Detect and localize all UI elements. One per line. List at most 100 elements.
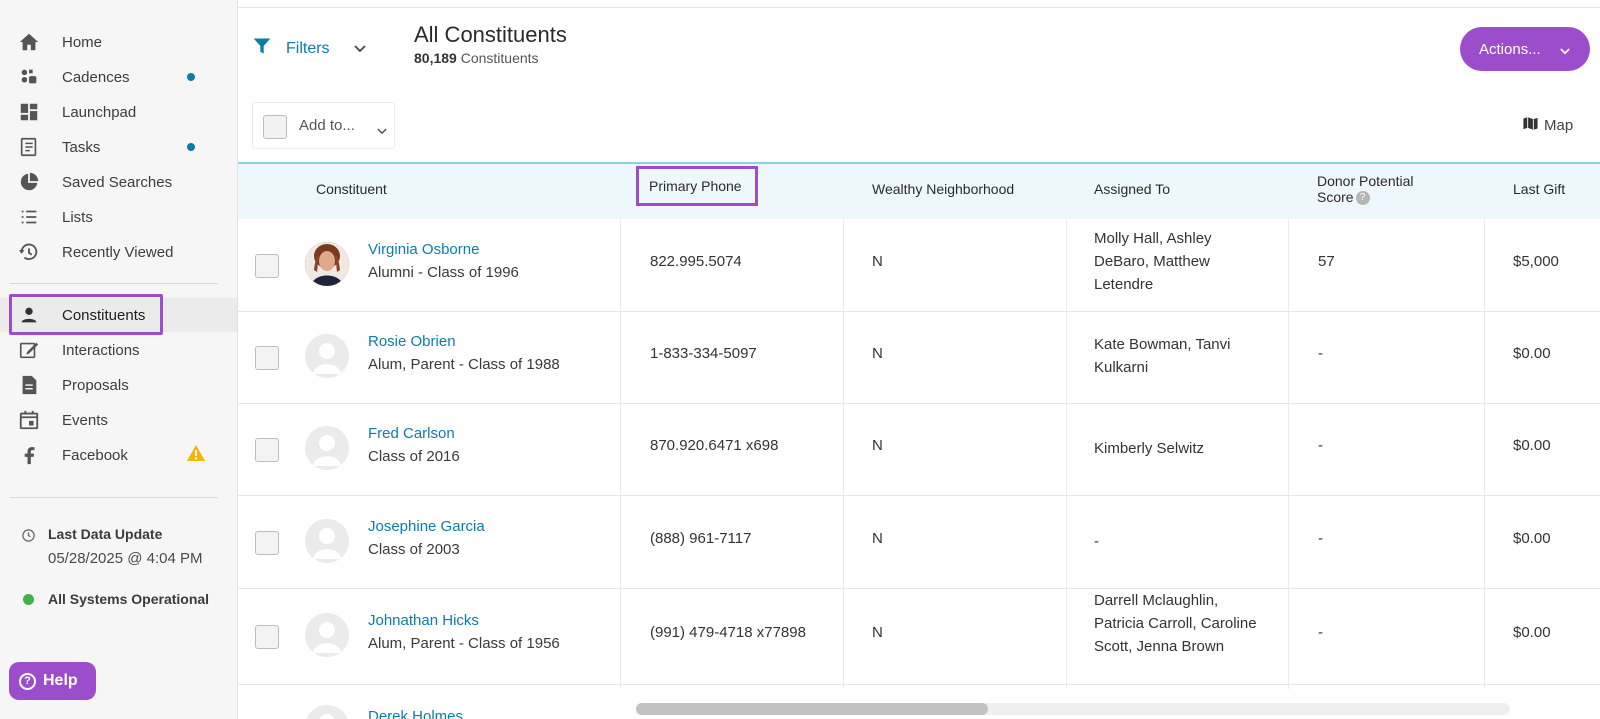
- constituent-subtitle: Alumni - Class of 1996: [368, 264, 519, 281]
- last-update-value: 05/28/2025 @ 4:04 PM: [48, 550, 203, 567]
- constituent-name-link[interactable]: Derek Holmes: [368, 708, 463, 719]
- sidebar-item-label: Facebook: [62, 446, 128, 464]
- primary-phone: (991) 479-4718 x77898: [650, 624, 806, 641]
- constituent-subtitle: Alum, Parent - Class of 1956: [368, 635, 560, 652]
- column-header-last-gift[interactable]: Last Gift: [1513, 181, 1565, 197]
- help-icon[interactable]: ?: [1355, 191, 1370, 206]
- map-icon: [1522, 115, 1539, 136]
- sidebar-item-label: Recently Viewed: [62, 243, 174, 261]
- select-all-checkbox[interactable]: [263, 115, 287, 139]
- donor-header-line2: Score: [1317, 189, 1354, 205]
- person-icon: [18, 304, 40, 326]
- filters-toggle[interactable]: Filters: [252, 36, 366, 61]
- cadences-icon: [18, 66, 40, 88]
- primary-phone: 870.920.6471 x698: [650, 437, 779, 454]
- row-checkbox[interactable]: [255, 254, 279, 278]
- history-icon: [18, 241, 40, 263]
- actions-label: Actions...: [1479, 40, 1541, 58]
- wealthy-neighborhood: N: [872, 345, 883, 362]
- primary-phone: 1-833-334-5097: [650, 345, 757, 362]
- row-checkbox[interactable]: [255, 625, 279, 649]
- table-row[interactable]: Fred Carlson Class of 2016 870.920.6471 …: [238, 404, 1600, 496]
- column-divider: [1066, 219, 1067, 689]
- sidebar-item-constituents[interactable]: Constituents: [0, 294, 237, 335]
- home-icon: [18, 31, 40, 53]
- sidebar-item-events[interactable]: Events: [0, 403, 237, 437]
- assigned-to: Kimberly Selwitz: [1094, 440, 1205, 457]
- constituent-name-link[interactable]: Fred Carlson: [368, 425, 455, 442]
- wealthy-neighborhood: N: [872, 530, 883, 547]
- avatar[interactable]: [305, 519, 349, 563]
- avatar[interactable]: [305, 613, 349, 657]
- add-to-dropdown[interactable]: Add to...: [252, 102, 395, 149]
- table-row[interactable]: Josephine Garcia Class of 2003 (888) 961…: [238, 496, 1600, 589]
- launchpad-icon: [18, 101, 40, 123]
- assigned-to: Molly Hall, Ashley DeBaro, Matthew Leten…: [1094, 230, 1212, 293]
- row-checkbox[interactable]: [255, 531, 279, 555]
- sidebar-item-recently-viewed[interactable]: Recently Viewed: [0, 235, 237, 269]
- column-divider: [1484, 219, 1485, 689]
- column-header-donor-potential-score[interactable]: Donor Potential Score?: [1317, 173, 1414, 206]
- map-button[interactable]: Map: [1522, 115, 1573, 136]
- assigned-to: Kate Bowman, Tanvi Kulkarni: [1094, 336, 1231, 376]
- actions-button[interactable]: Actions...: [1460, 27, 1590, 71]
- facebook-icon: [18, 444, 40, 466]
- sidebar-item-label: Events: [62, 411, 108, 429]
- page-title: All Constituents: [414, 22, 567, 47]
- wealthy-neighborhood: N: [872, 624, 883, 641]
- row-checkbox[interactable]: [255, 346, 279, 370]
- filter-icon: [252, 36, 272, 61]
- sidebar-item-saved-searches[interactable]: Saved Searches: [0, 165, 237, 199]
- column-header-wealthy-neighborhood[interactable]: Wealthy Neighborhood: [872, 181, 1014, 197]
- sidebar-item-label: Lists: [62, 208, 93, 226]
- edit-icon: [18, 339, 40, 361]
- column-header-constituent[interactable]: Constituent: [316, 181, 387, 197]
- constituent-name-link[interactable]: Virginia Osborne: [368, 241, 479, 258]
- avatar[interactable]: [305, 705, 349, 719]
- calendar-icon: [18, 409, 40, 431]
- last-gift: $0.00: [1513, 530, 1551, 547]
- avatar[interactable]: [305, 242, 349, 286]
- help-label: Help: [43, 672, 78, 689]
- row-checkbox[interactable]: [255, 438, 279, 462]
- add-to-label: Add to...: [299, 117, 355, 134]
- column-divider: [1288, 219, 1289, 689]
- systems-status-label: All Systems Operational: [48, 591, 210, 607]
- sidebar-item-home[interactable]: Home: [0, 25, 237, 59]
- sidebar-item-label: Home: [62, 33, 103, 51]
- warning-icon: [186, 444, 206, 467]
- primary-phone: 822.995.5074: [650, 253, 742, 270]
- horizontal-scrollbar-thumb[interactable]: [636, 703, 988, 715]
- constituent-name-link[interactable]: Rosie Obrien: [368, 333, 456, 350]
- sidebar: Home Cadences Launchpad Tasks Saved Sear…: [0, 0, 238, 719]
- count-label: Constituents: [460, 50, 539, 66]
- sidebar-item-tasks[interactable]: Tasks: [0, 130, 237, 164]
- avatar[interactable]: [305, 426, 349, 470]
- main-content: Filters All Constituents 80,189 Constitu…: [238, 0, 1600, 719]
- column-header-assigned-to[interactable]: Assigned To: [1094, 181, 1170, 197]
- chevron-down-icon: [377, 122, 387, 140]
- assigned-to: -: [1094, 533, 1099, 550]
- notification-dot: [187, 73, 195, 81]
- constituent-name-link[interactable]: Josephine Garcia: [368, 518, 485, 535]
- avatar[interactable]: [305, 334, 349, 378]
- sidebar-divider: [10, 497, 218, 498]
- table-row[interactable]: Johnathan Hicks Alum, Parent - Class of …: [238, 589, 1600, 685]
- sidebar-item-interactions[interactable]: Interactions: [0, 333, 237, 367]
- sidebar-item-lists[interactable]: Lists: [0, 200, 237, 234]
- sidebar-divider: [10, 283, 218, 284]
- column-header-primary-phone[interactable]: Primary Phone: [636, 166, 758, 206]
- sidebar-item-proposals[interactable]: Proposals: [0, 368, 237, 402]
- chevron-down-icon: [353, 40, 366, 58]
- help-button[interactable]: ? Help: [9, 662, 96, 700]
- sidebar-item-facebook[interactable]: Facebook: [0, 438, 237, 472]
- table-row[interactable]: Rosie Obrien Alum, Parent - Class of 198…: [238, 312, 1600, 404]
- last-gift: $0.00: [1513, 437, 1551, 454]
- constituent-name-link[interactable]: Johnathan Hicks: [368, 612, 479, 629]
- sidebar-item-cadences[interactable]: Cadences: [0, 60, 237, 94]
- sidebar-item-launchpad[interactable]: Launchpad: [0, 95, 237, 129]
- table-row[interactable]: Virginia Osborne Alumni - Class of 1996 …: [238, 219, 1600, 312]
- tasks-icon: [18, 136, 40, 158]
- constituent-count: 80,189 Constituents: [414, 50, 539, 66]
- donor-potential-score: -: [1318, 624, 1323, 641]
